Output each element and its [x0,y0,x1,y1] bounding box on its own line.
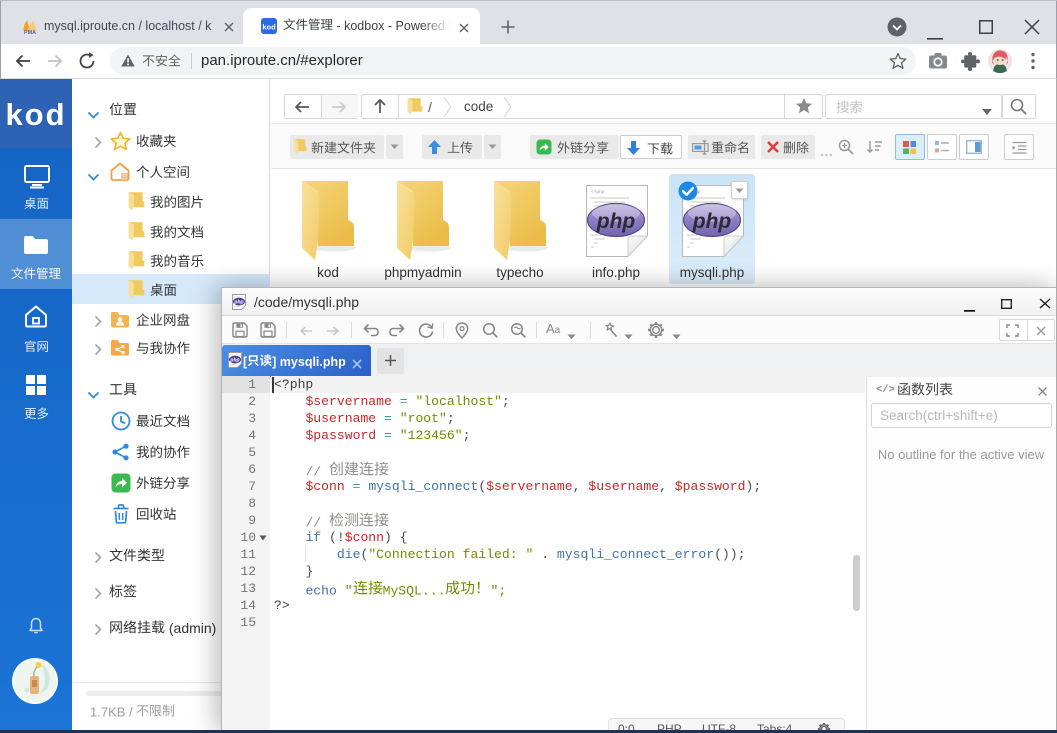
svg-text:php: php [596,210,636,233]
svg-text:php: php [229,358,239,364]
svg-text:PMA: PMA [24,30,36,34]
svg-text:php: php [233,300,243,306]
svg-text:<?php: <?php [591,189,605,195]
svg-text:kod: kod [262,23,276,32]
svg-text:php: php [692,210,732,233]
